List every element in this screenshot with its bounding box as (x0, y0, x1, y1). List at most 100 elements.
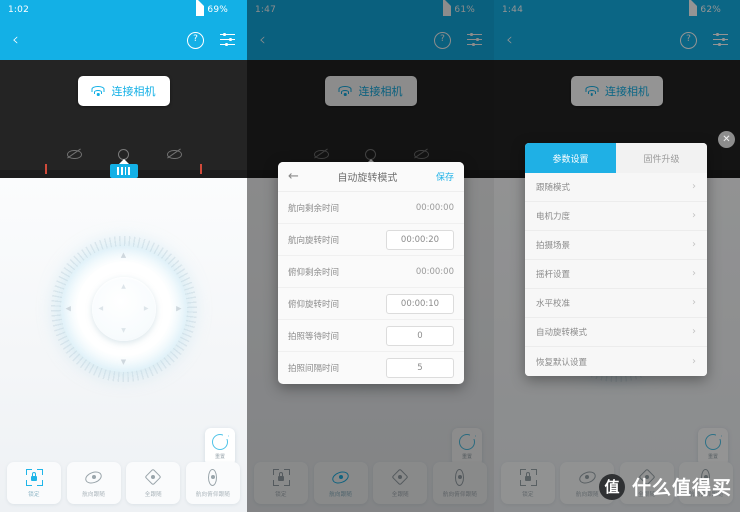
list-item[interactable]: 水平校准 › (525, 289, 707, 318)
sd-card-icon (292, 6, 300, 14)
four-way-icon (144, 468, 162, 486)
status-battery-pct: 61% (454, 5, 475, 15)
vertical-eye-icon (451, 468, 468, 486)
mode-tab-bar: 锁定 航向跟随 全跟随 航向俯仰跟随 (247, 460, 494, 506)
back-button[interactable]: ‹ (12, 31, 19, 49)
dial-arrow-left: ◀ (65, 304, 71, 313)
dialog-row: 航向剩余时间 00:00:00 (278, 192, 464, 224)
chevron-right-icon: › (692, 355, 696, 367)
slider-handle[interactable] (109, 164, 138, 178)
row-input[interactable]: 5 (386, 358, 454, 378)
list-item[interactable]: 自动旋转模式 › (525, 318, 707, 347)
wifi-icon (91, 86, 105, 96)
status-bar: 1:44 62% (494, 0, 740, 20)
sheet-tab-bar: 参数设置 固件升级 (525, 143, 707, 173)
eye-diamond-icon (83, 468, 104, 486)
list-item[interactable]: 跟随模式 › (525, 173, 707, 202)
chevron-right-icon: › (692, 181, 696, 192)
menu-icon[interactable] (713, 33, 728, 47)
connect-camera-button[interactable]: 连接相机 (77, 76, 170, 106)
chevron-right-icon: › (692, 297, 696, 308)
row-input[interactable]: 00:00:10 (386, 293, 454, 314)
row-label: 俯仰旋转时间 (288, 299, 340, 310)
status-bar-right: 69% (196, 0, 239, 16)
tab-pan-follow-label: 航向跟随 (329, 491, 353, 498)
connect-camera-button[interactable]: 连接相机 (324, 76, 417, 106)
joystick-dial[interactable]: ▲ ▼ ▶ ◀ ▲ ▼ ▶ ◀ (48, 234, 199, 384)
slider-limit-left (45, 164, 47, 174)
tab-all-follow[interactable]: 全跟随 (373, 462, 428, 504)
row-input[interactable]: 0 (386, 325, 454, 346)
eye-diamond-icon (330, 468, 351, 486)
location-pin-icon (527, 6, 535, 14)
tab-pan-follow[interactable]: 航向跟随 (313, 462, 368, 504)
back-button[interactable]: ‹ (259, 31, 266, 49)
knob-arrow-right: ▶ (143, 305, 149, 312)
tab-parameter-settings[interactable]: 参数设置 (525, 143, 616, 173)
menu-icon[interactable] (220, 33, 235, 47)
help-icon[interactable]: ? (187, 31, 204, 49)
status-bar: 1:02 69% (0, 0, 247, 20)
tab-pan-follow[interactable]: 航向跟随 (66, 462, 121, 504)
wifi-icon (585, 86, 598, 96)
knob-arrow-left: ◀ (98, 305, 104, 312)
item-label: 自动旋转模式 (536, 328, 588, 338)
app-bar-actions: ? (187, 31, 235, 49)
back-button[interactable]: ‹ (506, 31, 513, 49)
dialog-row: 拍照等待时间 0 (278, 320, 464, 352)
menu-icon[interactable] (467, 33, 482, 47)
tab-pan-tilt-follow[interactable]: 航向俯仰跟随 (185, 462, 240, 504)
dial-arrow-up: ▲ (120, 251, 127, 259)
close-icon[interactable]: ✕ (718, 131, 735, 148)
chevron-right-icon: › (692, 268, 696, 279)
panel-settings: 1:44 62% ‹ ? 连接相机 重置 锁定 航向跟随 全跟随 航向俯仰跟随 … (494, 0, 740, 512)
status-battery-pct: 69% (207, 5, 228, 15)
list-item[interactable]: 电机力度 › (525, 202, 707, 231)
connect-camera-label: 连接相机 (358, 85, 403, 98)
help-icon[interactable]: ? (434, 31, 451, 49)
panel-auto-rotate: 1:47 61% ‹ ? 连接相机 重置 锁定 航向跟随 全跟随 航向俯仰跟随 … (247, 0, 494, 512)
settings-sheet: 参数设置 固件升级 跟随模式 › 电机力度 › 拍摄场景 › 摇杆设置 › 水平… (525, 143, 707, 376)
row-label: 拍照等待时间 (288, 331, 340, 342)
connect-camera-button[interactable]: 连接相机 (571, 76, 663, 106)
tab-pan-follow-label: 航向跟随 (82, 491, 106, 498)
tab-lock[interactable]: 锁定 (254, 462, 308, 504)
circle-center-icon (118, 148, 129, 160)
dialog-back-button[interactable]: ← (288, 169, 299, 184)
tab-pan-tilt-follow-label: 航向俯仰跟随 (442, 491, 478, 498)
reset-icon (459, 434, 476, 450)
dialog-row: 航向旋转时间 00:00:20 (278, 224, 464, 256)
battery-icon (231, 6, 239, 14)
tab-lock-label: 锁定 (28, 491, 40, 498)
reset-label: 重置 (214, 454, 225, 460)
list-item[interactable]: 摇杆设置 › (525, 260, 707, 289)
tab-lock[interactable]: 锁定 (501, 462, 555, 504)
row-input[interactable]: 00:00:20 (386, 229, 454, 250)
watermark: 值 什么值得买 (598, 473, 732, 500)
screenshot-stage: 1:02 69% ‹ ? 连接相机 ▲ ▼ ▶ ◀ ▲ ▼ ▶ ◀ 重置 锁定 … (0, 0, 740, 512)
eye-off-left-icon (67, 147, 82, 160)
tab-pan-tilt-follow[interactable]: 航向俯仰跟随 (432, 462, 487, 504)
status-time: 1:02 (8, 5, 30, 15)
tab-all-follow[interactable]: 全跟随 (126, 462, 181, 504)
reset-label: 重置 (461, 454, 472, 460)
app-bar-actions: ? (434, 31, 482, 49)
dial-arrow-down: ▼ (120, 358, 127, 366)
list-item[interactable]: 拍摄场景 › (525, 231, 707, 260)
location-pin-icon (280, 6, 288, 14)
knob-arrow-down: ▼ (121, 327, 126, 334)
eye-off-left-icon (314, 147, 329, 160)
status-bar: 1:47 61% (247, 0, 494, 20)
item-label: 摇杆设置 (536, 270, 571, 280)
status-bar-left: 1:02 (8, 5, 53, 15)
help-icon[interactable]: ? (680, 31, 697, 49)
signal-icon (443, 0, 452, 16)
tab-firmware-upgrade[interactable]: 固件升级 (616, 143, 707, 173)
list-item[interactable]: 恢复默认设置 › (525, 347, 707, 376)
row-label: 拍照间隔时间 (288, 364, 340, 374)
watermark-text: 什么值得买 (631, 477, 732, 499)
tab-lock[interactable]: 锁定 (7, 462, 61, 504)
smzdm-logo-icon: 值 (598, 473, 625, 500)
row-value: 00:00:00 (415, 202, 454, 213)
dialog-save-button[interactable]: 保存 (436, 170, 454, 183)
